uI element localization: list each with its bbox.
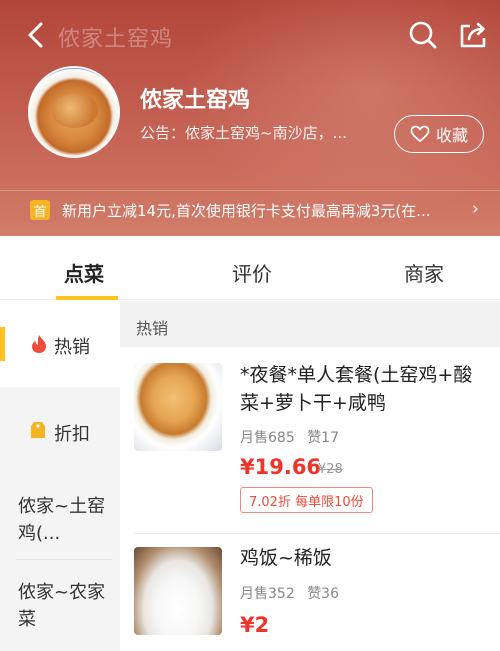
shop-notice[interactable]: 公告：侬家土窑鸡~南沙店，... [140,122,347,143]
promo-text: 新用户立减14元,首次使用银行卡支付最高再减3元(在... [62,202,431,220]
section-header: 热销 [120,301,500,347]
nav-title: 侬家土窑鸡 [58,27,174,52]
dish-title[interactable]: 鸡饭~稀饭 [240,544,480,572]
dish-price: ¥19.66 [240,455,322,479]
dish-meta: 月售685 赞17 [240,427,339,447]
item-divider [134,533,500,534]
shop-name: 侬家土窑鸡 [140,88,251,113]
tab-merchant[interactable]: 商家 [404,258,444,287]
likes-count: 赞17 [307,430,340,446]
dish-image[interactable] [134,363,222,451]
dish-image[interactable] [134,547,222,635]
heart-icon [410,125,430,143]
tab-reviews[interactable]: 评价 [232,258,272,287]
sidebar-item-label: 热销 [54,337,90,358]
sidebar-item-discount[interactable]: 折扣 [0,387,120,473]
original-price: ¥28 [318,462,343,477]
dish-price: ¥2 [240,613,270,637]
flame-icon [32,335,46,353]
discount-badge: 7.02折 每单限10份 [240,487,373,513]
monthly-sales: 月售685 [240,430,295,446]
tab-order[interactable]: 点菜 [64,258,104,287]
favorite-label: 收藏 [435,126,468,145]
chevron-right-icon: › [472,199,479,219]
back-arrow-icon [28,22,43,48]
dish-meta: 月售352 赞36 [240,583,339,603]
section-title: 热销 [136,319,169,338]
sidebar-item-label: 侬家~土窑鸡(... [18,496,106,544]
menu-list: 热销 *夜餐*单人套餐(土窑鸡+酸菜+萝卜干+咸鸭 月售685 赞17 ¥19.… [120,301,500,651]
share-icon [460,22,486,48]
discount-tag-icon [31,422,45,438]
back-button[interactable] [20,18,54,52]
shop-avatar[interactable] [28,66,120,158]
sidebar-item-label: 侬家~农家菜 [18,582,106,630]
sidebar-item-hot[interactable]: 热销 [0,301,120,387]
sidebar-item-nongjiacai[interactable]: 侬家~农家菜 [0,559,120,651]
share-button[interactable] [456,18,490,52]
category-sidebar: 热销 折扣 侬家~土窑鸡(... 侬家~农家菜 [0,301,120,651]
search-button[interactable] [406,18,440,52]
favorite-button[interactable]: 收藏 [394,115,484,153]
likes-count: 赞36 [307,586,340,602]
monthly-sales: 月售352 [240,586,295,602]
search-icon [409,21,437,49]
tab-active-indicator [56,296,118,300]
shop-header: 侬家土窑鸡 侬家土窑鸡 公告：侬家土窑鸡~南沙店，... 收藏 首 新用户立减1… [0,0,500,236]
sidebar-item-label: 折扣 [54,424,90,445]
promo-badge: 首 [30,200,50,220]
active-marker [0,327,5,361]
tab-bar: 点菜 评价 商家 [0,236,500,300]
sidebar-item-tuyaoji[interactable]: 侬家~土窑鸡(... [0,473,120,559]
dish-title[interactable]: *夜餐*单人套餐(土窑鸡+酸菜+萝卜干+咸鸭 [240,361,480,417]
